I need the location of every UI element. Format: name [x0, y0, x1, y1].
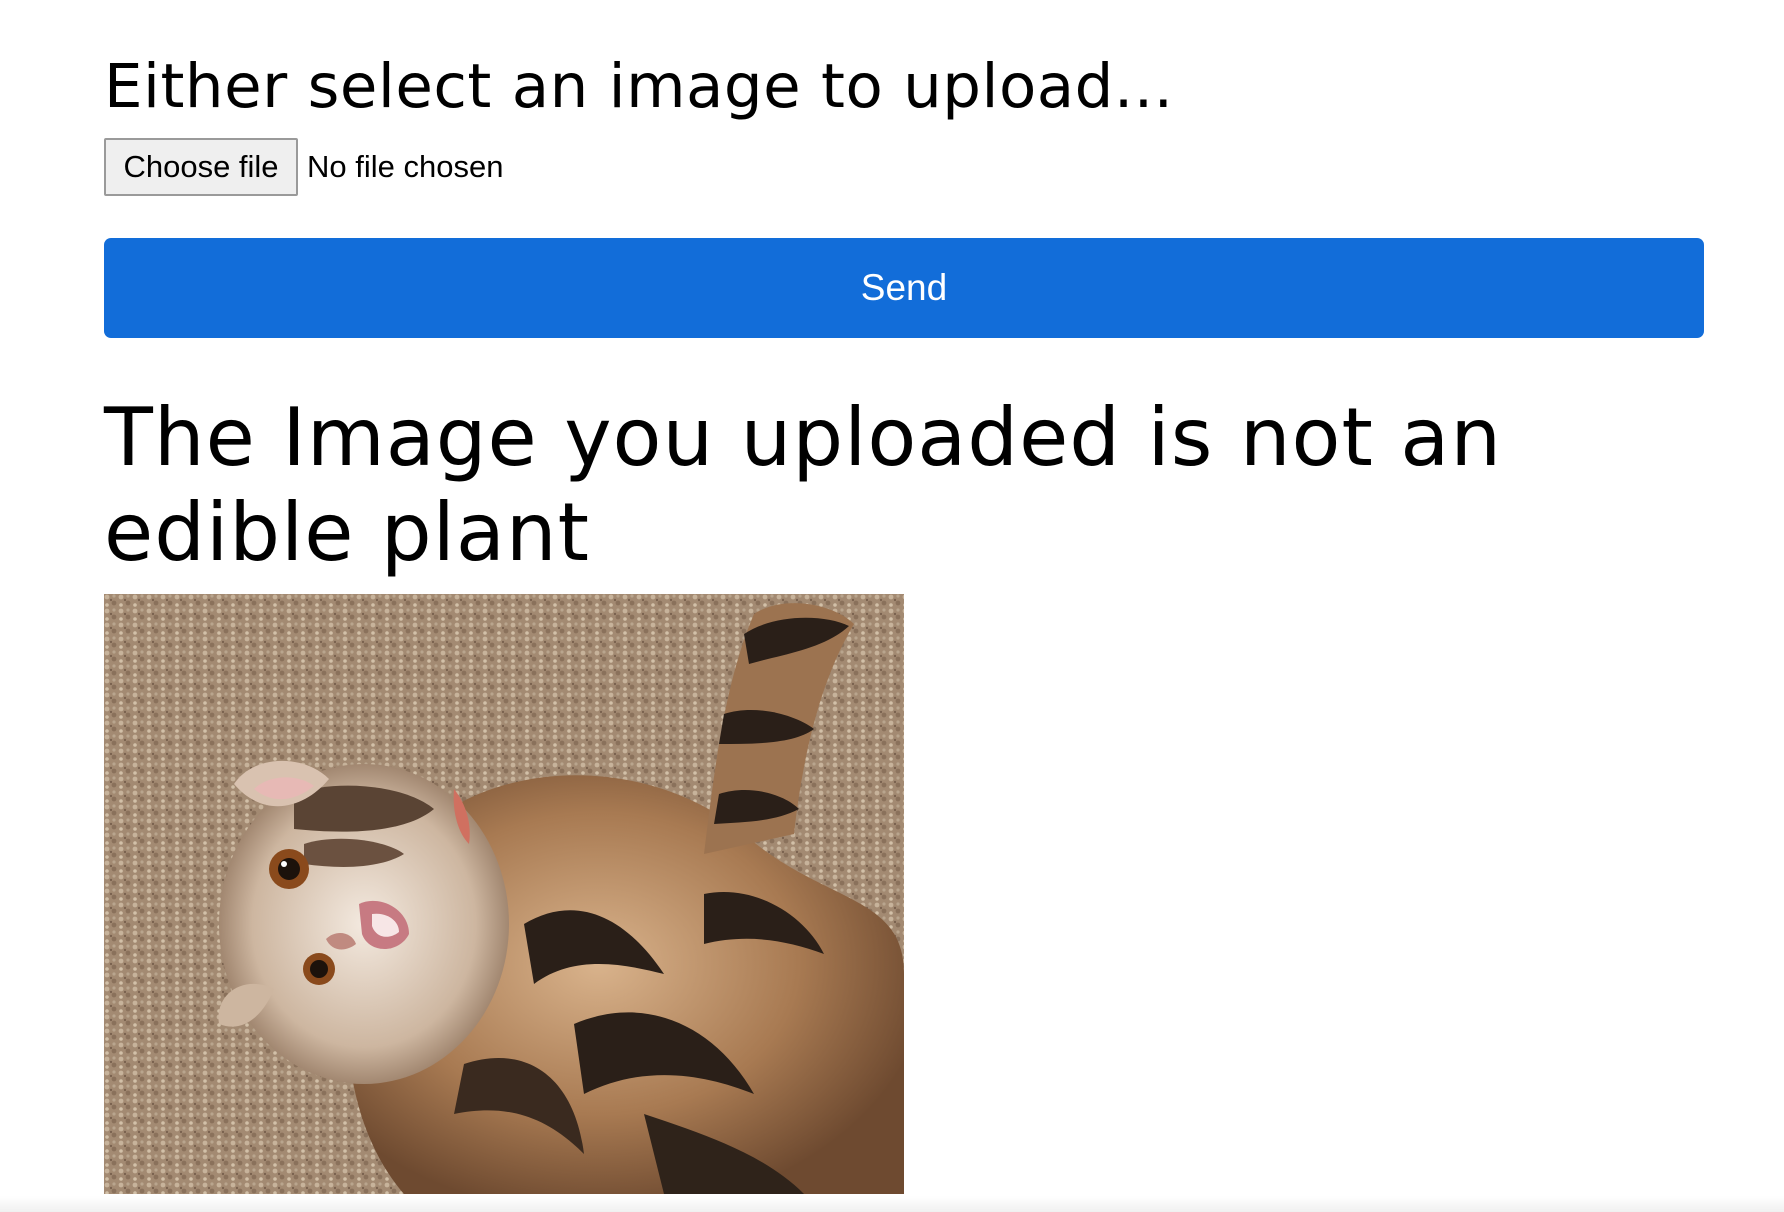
- result-message: The Image you uploaded is not an edible …: [104, 391, 1503, 579]
- choose-file-button[interactable]: Choose file: [104, 138, 298, 196]
- file-input[interactable]: Choose file No file chosen: [104, 138, 503, 196]
- page-bottom-edge: [0, 1196, 1784, 1212]
- upload-heading: Either select an image to upload...: [104, 51, 1174, 122]
- uploaded-image: [104, 594, 904, 1194]
- send-button[interactable]: Send: [104, 238, 1704, 338]
- file-status-text: No file chosen: [307, 149, 504, 184]
